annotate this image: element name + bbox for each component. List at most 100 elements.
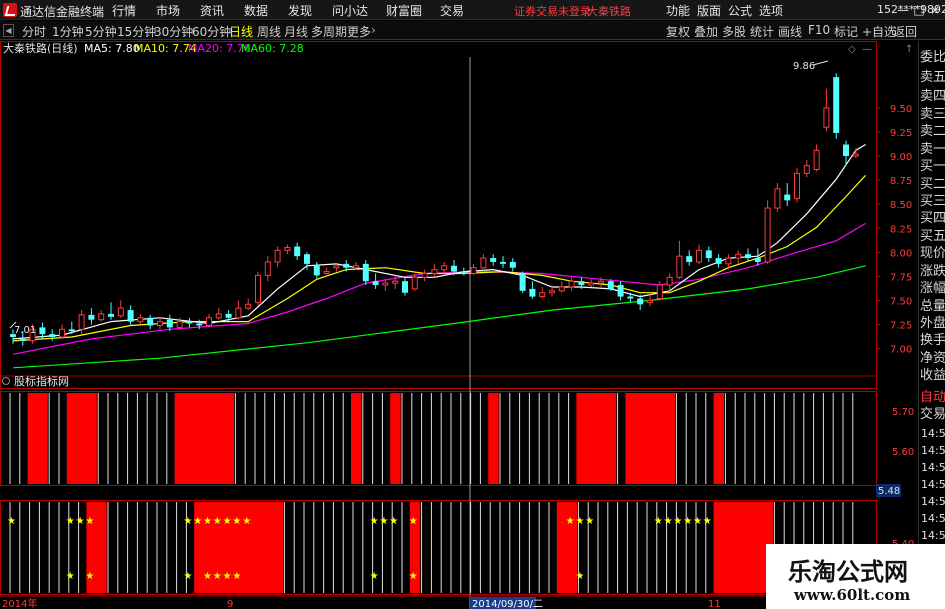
period-5min[interactable]: 5分钟 — [85, 23, 117, 40]
chevron-left-icon[interactable]: ◀ — [3, 24, 14, 37]
tool-stats[interactable]: 统计 — [750, 23, 774, 40]
indicator-1-red-bar — [586, 393, 597, 484]
indicator-toggle-icon[interactable] — [2, 377, 10, 385]
menu-item-function[interactable]: 功能 — [666, 2, 690, 19]
login-status[interactable]: 证券交易未登录 — [514, 3, 591, 19]
indicator-1-red-bar — [66, 393, 78, 484]
order-panel-label: 委比 — [920, 50, 945, 65]
candle-body — [127, 310, 134, 322]
indicator-1-tick-label: 5.70 — [892, 407, 914, 418]
period-intraday[interactable]: 分时 — [22, 23, 46, 40]
star-marker: ★ — [693, 516, 702, 527]
indicator-2-red-bar — [743, 502, 754, 593]
chevron-right-icon[interactable]: › — [371, 23, 376, 37]
kline-chart[interactable]: 5.705.60 5.485.40 ★★★★★★★★★★★★★★★★★★★★★★… — [0, 41, 918, 609]
star-marker: ★ — [664, 516, 673, 527]
minus-icon[interactable]: — — [862, 44, 872, 55]
tool-draw[interactable]: 画线 — [778, 23, 802, 40]
candle — [480, 254, 487, 272]
menu-item-trade[interactable]: 交易 — [440, 2, 464, 19]
candle-body — [598, 280, 604, 284]
price-tick-label: 8.50 — [890, 200, 912, 211]
candle — [735, 250, 742, 264]
candle-body — [588, 282, 595, 286]
period-15min[interactable]: 15分钟 — [117, 23, 156, 40]
indicator-1-red-bar — [635, 393, 646, 484]
period-weekly[interactable]: 周线 — [257, 23, 281, 40]
menu-item-markets[interactable]: 市场 — [156, 2, 180, 19]
order-panel-label: 买四 — [920, 211, 945, 226]
period-30min[interactable]: 30分钟 — [154, 23, 193, 40]
tool-add-watchlist[interactable]: +自选 — [862, 23, 896, 40]
candle-body — [362, 263, 369, 282]
watermark: 乐淘公式网 www.60lt.com — [766, 544, 945, 609]
period-60min[interactable]: 60分钟 — [192, 23, 231, 40]
indicator-1-red-bar — [625, 393, 636, 484]
order-panel-label[interactable]: 交易 — [920, 403, 945, 422]
indicator-1-red-bar — [194, 393, 205, 484]
menu-item-wealth[interactable]: 财富圈 — [386, 2, 422, 19]
minimize-icon[interactable]: — — [897, 3, 909, 17]
candle-body — [529, 288, 536, 297]
order-panel-label: 卖四 — [920, 89, 945, 104]
menu-item-formula[interactable]: 公式 — [728, 2, 752, 19]
candle-body — [333, 265, 340, 269]
candle-body — [39, 327, 46, 335]
menu-item-options[interactable]: 选项 — [759, 2, 783, 19]
tool-back[interactable]: 返回 — [893, 23, 917, 40]
candle-body — [323, 271, 330, 274]
maximize-icon[interactable]: □ — [913, 3, 925, 17]
candle — [803, 159, 810, 178]
candle-body — [715, 258, 722, 264]
candle-body — [490, 258, 497, 262]
candle-body — [754, 258, 761, 262]
star-marker: ★ — [85, 516, 94, 527]
order-panel-label: 买一 — [920, 159, 945, 174]
candle-body — [666, 276, 673, 286]
menu-item-market[interactable]: 行情 — [112, 2, 136, 19]
tool-overlay[interactable]: 叠加 — [694, 23, 718, 40]
menu-item-discover[interactable]: 发现 — [288, 2, 312, 19]
candle-body — [568, 280, 575, 288]
star-marker: ★ — [193, 516, 202, 527]
period-multi[interactable]: 多周期 — [311, 23, 347, 40]
indicator-1-red-bar — [576, 393, 587, 484]
candle — [215, 308, 222, 320]
tool-adjust[interactable]: 复权 — [666, 23, 690, 40]
tool-f10[interactable]: F10 — [808, 23, 830, 37]
diamond-icon[interactable]: ◇ — [848, 44, 856, 55]
candle — [441, 261, 448, 274]
candle-body — [245, 303, 252, 309]
menu-item-data[interactable]: 数据 — [244, 2, 268, 19]
candle-body — [509, 261, 516, 268]
price-tick-label: 8.25 — [890, 224, 912, 235]
star-marker: ★ — [232, 516, 241, 527]
tool-multi-stock[interactable]: 多股 — [722, 23, 746, 40]
candle — [686, 250, 693, 266]
menu-item-news[interactable]: 资讯 — [200, 2, 224, 19]
menu-item-layout[interactable]: 版面 — [697, 2, 721, 19]
indicator-1-red-bar — [390, 393, 401, 484]
candle — [294, 242, 301, 261]
arrow-up-icon[interactable]: ↑ — [905, 44, 913, 55]
close-icon[interactable]: × — [929, 3, 941, 17]
date-tick-label: 2014年 — [2, 597, 37, 609]
star-marker: ★ — [242, 516, 251, 527]
tool-mark[interactable]: 标记 — [834, 23, 858, 40]
candle-body — [539, 292, 546, 298]
period-monthly[interactable]: 月线 — [284, 23, 308, 40]
candle — [274, 246, 281, 267]
indicator-2-red-bar — [262, 502, 274, 593]
indicator-1-red-bar — [76, 393, 87, 484]
candle-body — [637, 298, 644, 305]
period-1min[interactable]: 1分钟 — [52, 23, 84, 40]
candle-body — [206, 317, 212, 326]
price-tick-label: 7.25 — [890, 321, 912, 332]
period-daily[interactable]: 日线 — [229, 23, 253, 40]
candle — [470, 263, 477, 276]
menu-item-ask[interactable]: 问小达 — [332, 2, 368, 19]
period-more[interactable]: 更多 — [347, 23, 371, 40]
star-marker: ★ — [66, 516, 75, 527]
star-marker: ★ — [575, 516, 584, 527]
candle-body — [745, 254, 751, 259]
